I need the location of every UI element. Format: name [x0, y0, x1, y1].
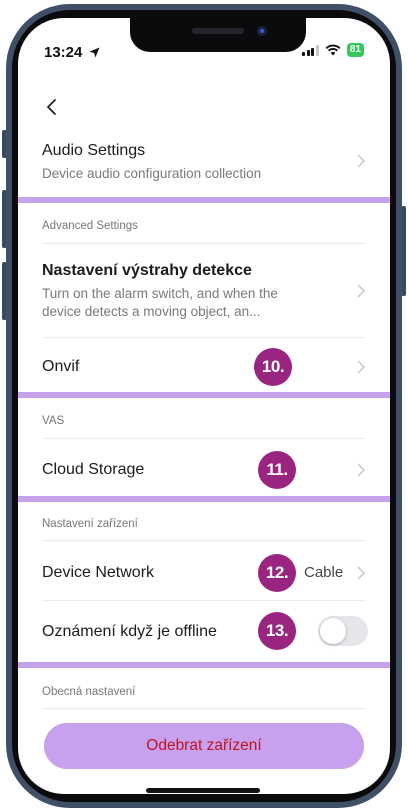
- cloud-storage-item[interactable]: Cloud Storage: [42, 461, 366, 479]
- step-badge-13: 13.: [258, 612, 296, 650]
- section-label-device-settings: Nastavení zařízení: [42, 518, 138, 530]
- highlight-divider: [18, 392, 390, 398]
- earpiece-speaker: [192, 28, 244, 34]
- section-label-vas: VAS: [42, 415, 65, 427]
- back-chevron-icon[interactable]: [42, 96, 64, 118]
- cellular-signal-icon: [302, 44, 319, 56]
- chevron-right-icon: [357, 284, 366, 298]
- audio-settings-title: Audio Settings: [42, 142, 146, 159]
- toggle-knob: [320, 618, 346, 644]
- highlight-divider: [18, 197, 390, 203]
- audio-settings-subtitle: Device audio configuration collection: [42, 166, 262, 181]
- chevron-right-icon: [357, 154, 366, 168]
- cloud-storage-title: Cloud Storage: [42, 461, 145, 478]
- device-network-value: Cable: [304, 564, 344, 581]
- step-badge-10: 10.: [254, 348, 292, 386]
- chevron-right-icon: [357, 463, 366, 477]
- detection-alert-title: Nastavení výstrahy detekce: [42, 262, 252, 279]
- remove-device-button[interactable]: Odebrat zařízení: [44, 723, 364, 769]
- divider: [42, 540, 366, 541]
- section-label-advanced: Advanced Settings: [42, 220, 138, 232]
- battery-icon: 81: [346, 43, 364, 57]
- divider: [42, 600, 366, 601]
- onvif-title: Onvif: [42, 358, 80, 375]
- wifi-icon: [325, 44, 341, 56]
- status-time: 13:24: [44, 44, 100, 61]
- step-badge-11: 11.: [258, 451, 296, 489]
- status-icons: 81: [302, 43, 364, 57]
- section-label-general: Obecná nastavení: [42, 686, 136, 698]
- step-badge-12: 12.: [258, 554, 296, 592]
- divider: [42, 337, 366, 338]
- onvif-item[interactable]: Onvif: [42, 358, 366, 376]
- home-indicator: [146, 788, 260, 793]
- audio-settings-item[interactable]: Audio Settings Device audio configuratio…: [42, 142, 366, 183]
- location-arrow-icon: [89, 47, 99, 58]
- divider: [42, 708, 366, 709]
- highlight-divider: [18, 496, 390, 502]
- divider: [42, 243, 366, 244]
- status-time-text: 13:24: [44, 44, 83, 61]
- notch: [130, 18, 306, 52]
- chevron-right-icon: [357, 566, 366, 580]
- highlight-divider: [18, 662, 390, 668]
- divider: [42, 438, 366, 439]
- front-camera: [257, 26, 267, 36]
- app-screen: 13:24 81 Audio Settings Device audio con…: [18, 18, 390, 794]
- offline-notification-toggle[interactable]: [318, 616, 368, 646]
- chevron-right-icon: [357, 360, 366, 374]
- detection-alert-item[interactable]: Nastavení výstrahy detekce Turn on the a…: [42, 262, 366, 321]
- detection-alert-subtitle: Turn on the alarm switch, and when the d…: [42, 286, 278, 319]
